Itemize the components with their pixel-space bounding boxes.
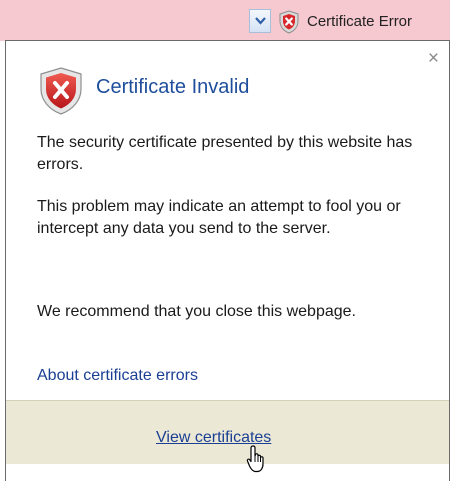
certificate-popup: × Certificate Invalid The security certi…: [5, 40, 450, 481]
paragraph-recommendation: We recommend that you close this webpage…: [37, 303, 356, 320]
certificate-error-button[interactable]: Certificate Error: [278, 8, 412, 35]
address-dropdown-button[interactable]: [249, 9, 271, 33]
certificate-error-label: Certificate Error: [307, 13, 413, 30]
address-bar: Certificate Error: [0, 0, 450, 41]
paragraph-errors: The security certificate presented by th…: [37, 134, 413, 173]
shield-error-icon: [279, 9, 299, 34]
about-certificate-errors-link[interactable]: About certificate errors: [37, 367, 198, 385]
paragraph-warning: This problem may indicate an attempt to …: [37, 198, 401, 237]
popup-title: Certificate Invalid: [96, 76, 250, 98]
hand-pointer-icon: [246, 445, 264, 473]
close-button[interactable]: ×: [428, 49, 439, 69]
popup-footer: View certificates: [6, 400, 449, 473]
shield-error-icon: [40, 67, 82, 115]
chevron-down-icon: [255, 17, 266, 25]
